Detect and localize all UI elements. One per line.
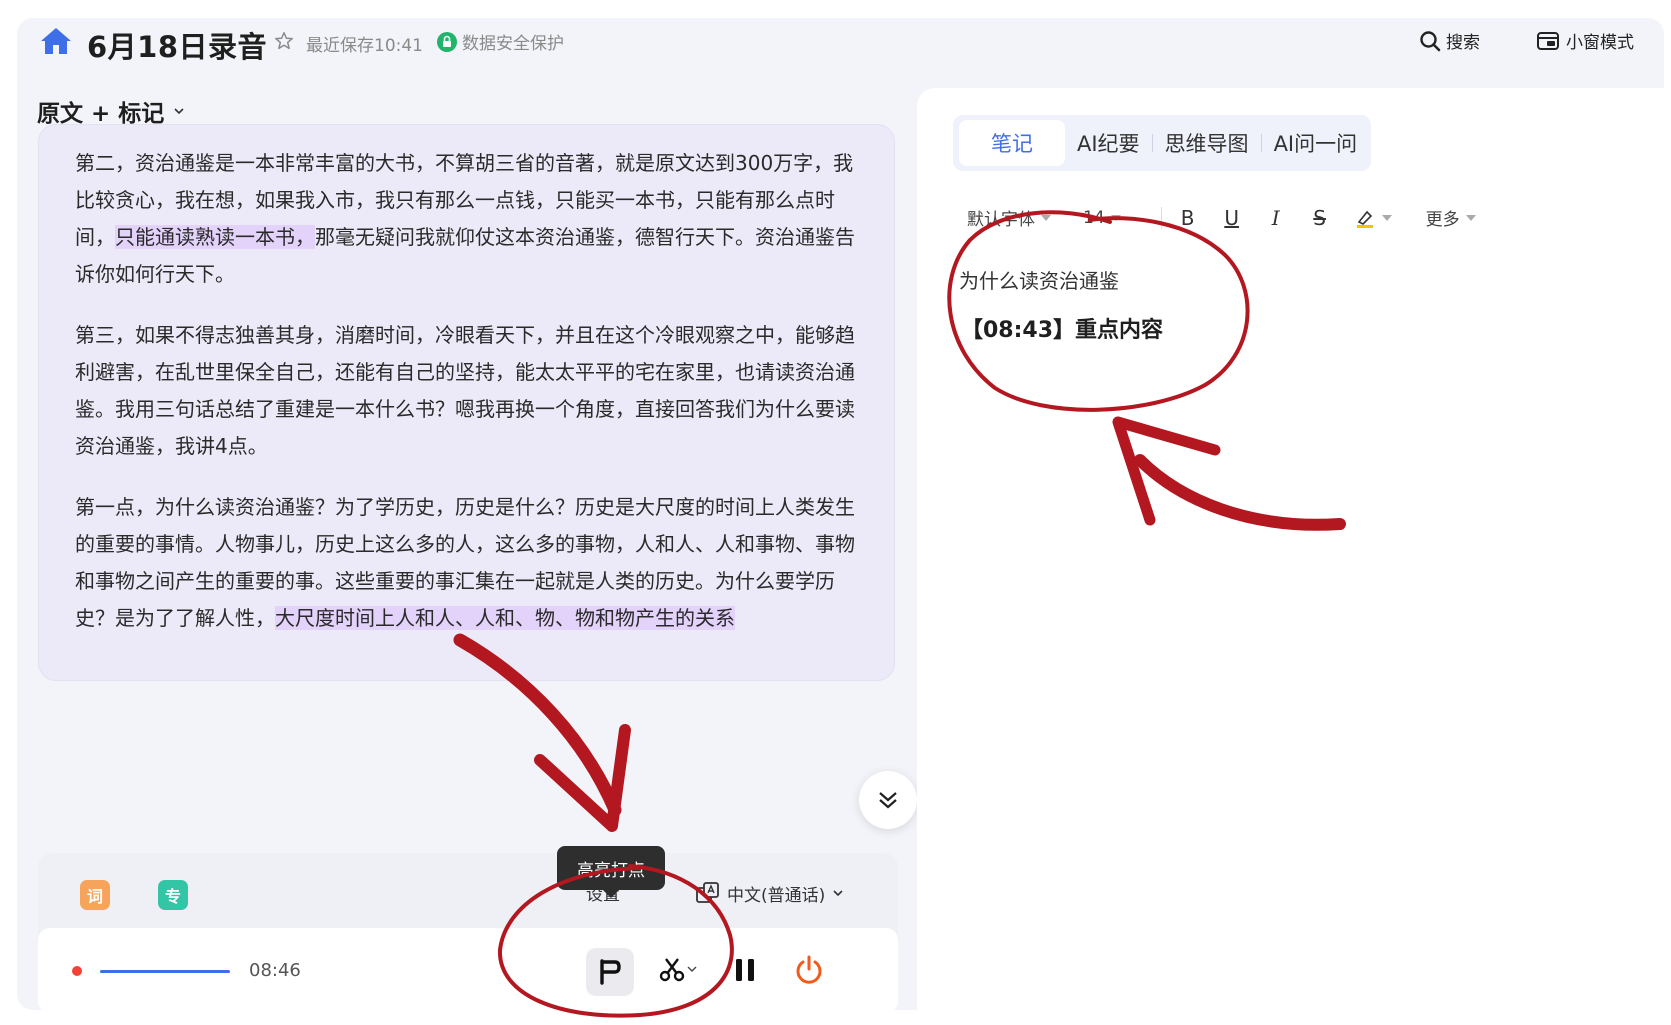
mini-window-icon bbox=[1537, 31, 1559, 50]
scroll-to-bottom-button[interactable] bbox=[859, 771, 917, 829]
mini-window-button[interactable]: 小窗模式 bbox=[1536, 28, 1634, 53]
more-label: 更多 bbox=[1425, 210, 1460, 230]
chevron-down-icon bbox=[1465, 214, 1476, 221]
font-size-label: 14 bbox=[1083, 207, 1105, 228]
transcript-panel[interactable]: 第二，资治通鉴是一本非常丰富的大书，不算胡三省的音著，就是原文达到300万字，我… bbox=[38, 124, 895, 681]
strikethrough-button[interactable]: S bbox=[1308, 206, 1332, 230]
chevron-down-icon bbox=[1110, 214, 1121, 221]
more-options-select[interactable]: 更多 bbox=[1426, 205, 1476, 230]
editor-toolbar: 默认字体 14 B U I S 更多 bbox=[967, 205, 1476, 230]
audio-player: 08:46 bbox=[38, 928, 898, 1010]
chevron-down-icon bbox=[1041, 214, 1051, 221]
recording-indicator bbox=[72, 966, 82, 976]
underline-button[interactable]: U bbox=[1220, 206, 1244, 230]
chevron-down-icon bbox=[1381, 214, 1392, 221]
tab-ai-summary[interactable]: AI纪要 bbox=[1065, 120, 1152, 166]
page-title: 6月18日录音 bbox=[87, 30, 268, 64]
flag-icon bbox=[600, 959, 621, 985]
scissors-button[interactable] bbox=[658, 955, 698, 983]
chevron-down-icon bbox=[687, 966, 697, 972]
scissors-icon bbox=[659, 958, 685, 982]
tab-notes[interactable]: 笔记 bbox=[959, 120, 1065, 166]
translate-icon bbox=[696, 882, 719, 903]
font-family-select[interactable]: 默认字体 bbox=[967, 205, 1051, 230]
chevron-down-icon bbox=[833, 890, 843, 897]
toolbar-divider bbox=[1160, 206, 1162, 229]
language-select[interactable]: 中文(普通话) bbox=[695, 880, 845, 906]
lock-icon bbox=[437, 31, 457, 52]
chevron-down-icon bbox=[174, 108, 184, 115]
app-window: 6月18日录音 最近保存10:41 数据安全保护 搜索 小窗模式 原文 + 标记… bbox=[17, 18, 1664, 1010]
star-icon[interactable] bbox=[273, 30, 295, 52]
highlight-color-select[interactable] bbox=[1354, 207, 1392, 229]
saved-status: 最近保存10:41 bbox=[306, 36, 423, 56]
notes-panel: 笔记 AI纪要 思维导图 AI问一问 默认字体 14 B U I S 更多 为什… bbox=[917, 88, 1664, 1010]
view-mode-label: 原文 + 标记 bbox=[37, 101, 165, 127]
power-icon[interactable] bbox=[792, 953, 826, 987]
pro-term-button[interactable]: 专 bbox=[158, 880, 188, 910]
tab-mind-map[interactable]: 思维导图 bbox=[1153, 120, 1261, 166]
mini-window-label: 小窗模式 bbox=[1566, 33, 1634, 53]
paragraph-text: 第三，如果不得志独善其身，消磨时间，冷眼看天下，并且在这个冷眼观察之中，能够趋利… bbox=[75, 323, 855, 458]
language-label: 中文(普通话) bbox=[727, 885, 826, 906]
view-mode-select[interactable]: 原文 + 标记 bbox=[37, 94, 186, 128]
font-size-select[interactable]: 14 bbox=[1083, 208, 1121, 228]
search-label: 搜索 bbox=[1446, 33, 1480, 53]
tab-ai-ask[interactable]: AI问一问 bbox=[1262, 120, 1370, 166]
font-family-label: 默认字体 bbox=[967, 210, 1035, 230]
highlight-mark-button[interactable] bbox=[586, 948, 634, 996]
security-badge: 数据安全保护 bbox=[436, 29, 564, 54]
bold-button[interactable]: B bbox=[1176, 206, 1200, 230]
highlighted-text[interactable]: 大尺度时间上人和人、人和、物、物和物产生的关系 bbox=[275, 606, 735, 630]
tooltip: 高亮打点 bbox=[557, 846, 665, 898]
waveform bbox=[100, 970, 230, 973]
double-chevron-down-icon bbox=[879, 792, 897, 809]
note-heading[interactable]: 为什么读资治通鉴 bbox=[959, 265, 1119, 294]
security-text: 数据安全保护 bbox=[462, 34, 564, 54]
search-icon bbox=[1420, 30, 1441, 51]
highlighted-text[interactable]: 只能通读熟读一本书， bbox=[115, 225, 315, 249]
recording-controls: 词 专 设置 中文(普通话) 08:46 bbox=[38, 853, 898, 1010]
pause-icon[interactable] bbox=[730, 955, 760, 985]
home-icon[interactable] bbox=[39, 26, 73, 56]
transcript-paragraph[interactable]: 第一点，为什么读资治通鉴？为了学历史，历史是什么？历史是大尺度的时间上人类发生的… bbox=[75, 489, 858, 637]
header: 6月18日录音 最近保存10:41 数据安全保护 搜索 小窗模式 bbox=[17, 18, 1664, 68]
timestamp-mark[interactable]: 【08:43】重点内容 bbox=[961, 312, 1163, 344]
search-button[interactable]: 搜索 bbox=[1418, 28, 1480, 53]
transcript-paragraph[interactable]: 第二，资治通鉴是一本非常丰富的大书，不算胡三省的音著，就是原文达到300万字，我… bbox=[75, 145, 858, 293]
transcript-paragraph[interactable]: 第三，如果不得志独善其身，消磨时间，冷眼看天下，并且在这个冷眼观察之中，能够趋利… bbox=[75, 317, 858, 465]
highlighter-icon bbox=[1356, 210, 1373, 228]
recording-time: 08:46 bbox=[249, 960, 301, 981]
word-tool-button[interactable]: 词 bbox=[80, 880, 110, 910]
italic-button[interactable]: I bbox=[1264, 206, 1288, 230]
notes-tabs: 笔记 AI纪要 思维导图 AI问一问 bbox=[953, 115, 1371, 171]
